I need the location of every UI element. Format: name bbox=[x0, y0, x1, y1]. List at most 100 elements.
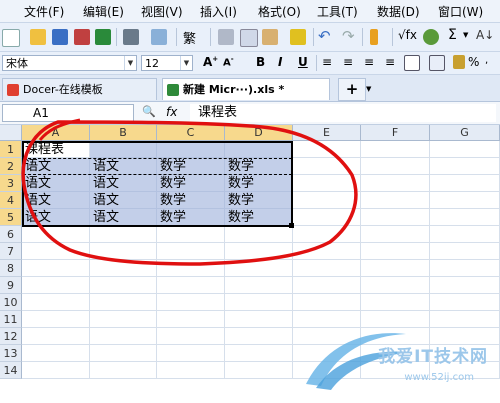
cell[interactable]: 数学 bbox=[157, 192, 225, 209]
row-header[interactable]: 10 bbox=[0, 294, 22, 311]
align-left-icon[interactable]: ≡ bbox=[322, 55, 332, 69]
column-header-c[interactable]: C bbox=[157, 125, 225, 141]
sort-icon[interactable]: A↓ bbox=[476, 28, 494, 42]
autosum-dropdown-icon[interactable]: ▼ bbox=[463, 31, 468, 39]
cell[interactable] bbox=[90, 141, 157, 158]
row-header[interactable]: 14 bbox=[0, 362, 22, 379]
menu-item[interactable]: 窗口(W) bbox=[438, 3, 483, 20]
cell[interactable] bbox=[225, 362, 293, 379]
column-header-b[interactable]: B bbox=[90, 125, 157, 141]
cell[interactable] bbox=[90, 328, 157, 345]
increase-font-icon[interactable]: A+ bbox=[203, 55, 218, 69]
insert-function-icon[interactable]: √fx bbox=[398, 28, 417, 42]
smart-tool-icon[interactable] bbox=[423, 29, 439, 45]
cell[interactable] bbox=[22, 294, 90, 311]
cell[interactable] bbox=[361, 209, 430, 226]
cell[interactable] bbox=[22, 311, 90, 328]
cell[interactable] bbox=[225, 226, 293, 243]
cell[interactable]: 语文 bbox=[90, 175, 157, 192]
cell[interactable] bbox=[225, 311, 293, 328]
font-size-combo[interactable]: 12 ▼ bbox=[141, 55, 193, 71]
cell[interactable] bbox=[22, 277, 90, 294]
cell[interactable] bbox=[430, 226, 500, 243]
menu-item[interactable]: 插入(I) bbox=[200, 3, 237, 20]
cell[interactable]: 数学 bbox=[225, 158, 293, 175]
align-center-icon[interactable]: ≡ bbox=[343, 55, 353, 69]
cell[interactable] bbox=[157, 277, 225, 294]
cell[interactable] bbox=[225, 328, 293, 345]
save-icon[interactable] bbox=[52, 29, 68, 45]
cell[interactable] bbox=[157, 328, 225, 345]
chevron-down-icon[interactable]: ▼ bbox=[124, 56, 136, 70]
cell[interactable] bbox=[22, 328, 90, 345]
cell[interactable] bbox=[361, 141, 430, 158]
cell[interactable] bbox=[90, 311, 157, 328]
menu-item[interactable]: 数据(D) bbox=[377, 3, 420, 20]
tab-docer[interactable]: Docer-在线模板 bbox=[2, 78, 157, 100]
cell[interactable] bbox=[157, 362, 225, 379]
cell[interactable] bbox=[361, 243, 430, 260]
new-doc-icon[interactable] bbox=[2, 29, 20, 47]
cell[interactable] bbox=[90, 362, 157, 379]
cell[interactable]: 数学 bbox=[157, 158, 225, 175]
decrease-font-icon[interactable]: A- bbox=[223, 55, 234, 68]
chevron-down-icon[interactable]: ▼ bbox=[180, 56, 192, 70]
redo-icon[interactable]: ↷ bbox=[342, 27, 355, 45]
cell[interactable] bbox=[293, 209, 361, 226]
paste-icon[interactable] bbox=[262, 29, 278, 45]
comma-style-icon[interactable]: , bbox=[485, 55, 488, 66]
font-name-combo[interactable]: 宋体 ▼ bbox=[2, 55, 137, 71]
undo-icon[interactable]: ↶ bbox=[318, 27, 331, 45]
cell[interactable] bbox=[90, 226, 157, 243]
row-header[interactable]: 4 bbox=[0, 192, 22, 209]
format-painter-icon[interactable] bbox=[290, 29, 306, 45]
cell[interactable]: 语文 bbox=[22, 192, 90, 209]
row-header[interactable]: 2 bbox=[0, 158, 22, 175]
cut-icon[interactable] bbox=[218, 29, 234, 45]
cell[interactable] bbox=[293, 192, 361, 209]
cell[interactable]: 语文 bbox=[90, 209, 157, 226]
select-all-corner[interactable] bbox=[0, 125, 22, 141]
cell[interactable] bbox=[225, 277, 293, 294]
cell[interactable] bbox=[430, 260, 500, 277]
cell[interactable] bbox=[90, 345, 157, 362]
menu-item[interactable]: 编辑(E) bbox=[83, 3, 124, 20]
cell[interactable]: 数学 bbox=[225, 209, 293, 226]
menu-item[interactable]: 格式(O) bbox=[258, 3, 301, 20]
insert-function-button[interactable]: fx bbox=[166, 105, 177, 119]
row-header[interactable]: 13 bbox=[0, 345, 22, 362]
cell[interactable]: 数学 bbox=[225, 175, 293, 192]
justify-icon[interactable]: ≡ bbox=[385, 55, 395, 69]
cell[interactable] bbox=[293, 226, 361, 243]
cell[interactable] bbox=[225, 294, 293, 311]
cell[interactable] bbox=[90, 294, 157, 311]
cell[interactable]: 课程表 bbox=[22, 141, 90, 158]
cell[interactable] bbox=[22, 362, 90, 379]
menu-item[interactable]: 工具(T) bbox=[317, 3, 358, 20]
cell[interactable] bbox=[430, 192, 500, 209]
open-folder-icon[interactable] bbox=[30, 29, 46, 45]
bold-button[interactable]: B bbox=[256, 55, 265, 69]
cell[interactable] bbox=[430, 243, 500, 260]
column-header-g[interactable]: G bbox=[430, 125, 500, 141]
row-header[interactable]: 7 bbox=[0, 243, 22, 260]
italic-button[interactable]: I bbox=[278, 55, 282, 69]
wrap-text-icon[interactable] bbox=[429, 55, 445, 71]
cell[interactable] bbox=[157, 345, 225, 362]
cell[interactable] bbox=[430, 294, 500, 311]
cell[interactable] bbox=[157, 226, 225, 243]
cell[interactable] bbox=[225, 243, 293, 260]
cell[interactable] bbox=[293, 141, 361, 158]
tab-dropdown-icon[interactable]: ▼ bbox=[366, 85, 371, 93]
cell[interactable] bbox=[22, 260, 90, 277]
cell[interactable] bbox=[430, 141, 500, 158]
column-header-d[interactable]: D bbox=[225, 125, 293, 141]
zoom-icon[interactable]: 🔍 bbox=[142, 105, 156, 118]
cell[interactable] bbox=[90, 243, 157, 260]
cell[interactable]: 语文 bbox=[90, 158, 157, 175]
row-header[interactable]: 8 bbox=[0, 260, 22, 277]
row-header[interactable]: 9 bbox=[0, 277, 22, 294]
cell[interactable] bbox=[293, 260, 361, 277]
underline-button[interactable]: U bbox=[298, 55, 308, 69]
copy-icon[interactable] bbox=[240, 29, 258, 47]
